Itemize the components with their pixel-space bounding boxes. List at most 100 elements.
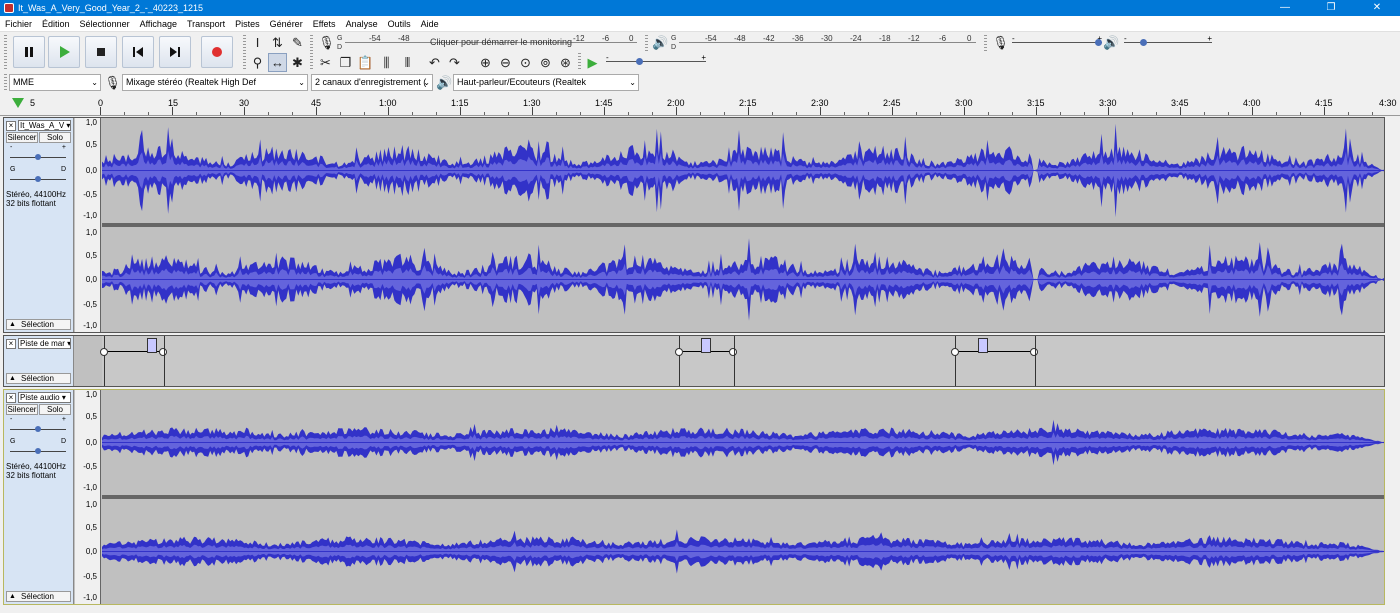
mute-button[interactable]: Silencer: [6, 404, 38, 415]
track-name-menu[interactable]: Piste de mar ▾: [18, 338, 71, 349]
speaker-icon[interactable]: 🔊: [651, 33, 670, 52]
track-control-panel[interactable]: × It_Was_A_V ▾ Silencer Solo - + G D Sté…: [4, 118, 74, 332]
track-control-panel[interactable]: × Piste audio ▾ Silencer Solo - + G D St…: [4, 390, 74, 604]
tools-toolbar-grip[interactable]: [243, 35, 246, 69]
select-track-button[interactable]: Sélection: [6, 319, 71, 330]
recording-device-select[interactable]: Mixage stéréo (Realtek High Def ⌄: [122, 74, 308, 91]
pan-slider[interactable]: G D: [10, 166, 66, 184]
time-shift-tool-icon[interactable]: ↔: [268, 53, 287, 72]
pause-button[interactable]: [13, 36, 45, 68]
pan-slider[interactable]: G D: [10, 438, 66, 456]
paste-icon[interactable]: 📋: [356, 53, 375, 72]
skip-to-start-button[interactable]: [122, 36, 154, 68]
play-button[interactable]: [48, 36, 80, 68]
waveform-left-channel[interactable]: [102, 118, 1384, 223]
mute-button[interactable]: Silencer: [6, 132, 38, 143]
playback-meter[interactable]: G D -54 -48 -42 -36 -30 -24 -18 -12 -6 0: [671, 34, 976, 54]
waveform-left-channel[interactable]: [102, 390, 1384, 495]
menu-effets[interactable]: Effets: [308, 16, 341, 32]
close-button[interactable]: ✕: [1354, 0, 1400, 16]
silence-audio-icon[interactable]: ⫴: [398, 53, 417, 72]
waveform-right-channel[interactable]: [102, 499, 1384, 604]
fit-project-icon[interactable]: ⊚: [536, 53, 555, 72]
solo-button[interactable]: Solo: [39, 132, 71, 143]
redo-icon[interactable]: ↷: [445, 53, 464, 72]
microphone-icon[interactable]: 🎙: [317, 33, 336, 52]
play-at-speed-grip[interactable]: [578, 53, 581, 69]
draw-tool-icon[interactable]: ✎: [288, 33, 307, 52]
playback-meter-grip[interactable]: [645, 35, 648, 51]
copy-icon[interactable]: ❐: [336, 53, 355, 72]
label-text-box[interactable]: [147, 338, 157, 353]
recording-meter[interactable]: G D -54 -48 Cliquer pour démarrer le mon…: [337, 34, 637, 54]
audio-track-2[interactable]: × Piste audio ▾ Silencer Solo - + G D St…: [3, 389, 1385, 605]
menu-edition[interactable]: Édition: [37, 16, 75, 32]
cut-icon[interactable]: ✂: [316, 53, 335, 72]
zoom-in-icon[interactable]: ⊕: [476, 53, 495, 72]
envelope-tool-icon[interactable]: ⇅: [268, 33, 287, 52]
close-track-icon[interactable]: ×: [6, 120, 16, 131]
timeline-ruler[interactable]: 5 0 15 30 45 1:00 1:15 1:30 1:45 2:00 2:…: [0, 95, 1400, 116]
zoom-toggle-icon[interactable]: ⊛: [556, 53, 575, 72]
playback-device-select[interactable]: Haut-parleur/Ecouteurs (Realtek ⌄: [453, 74, 639, 91]
select-track-button[interactable]: Sélection: [6, 591, 71, 602]
slider-knob[interactable]: [35, 176, 41, 182]
slider-knob[interactable]: [1095, 39, 1102, 46]
play-at-speed-icon[interactable]: ▶: [583, 53, 602, 72]
close-track-icon[interactable]: ×: [6, 338, 16, 349]
slider-knob[interactable]: [1140, 39, 1147, 46]
label-text-box[interactable]: [701, 338, 711, 353]
label-handle[interactable]: [1030, 348, 1038, 356]
record-button[interactable]: [201, 36, 233, 68]
audio-track-1[interactable]: × It_Was_A_V ▾ Silencer Solo - + G D Sté…: [3, 117, 1385, 333]
label-text-box[interactable]: [978, 338, 988, 353]
track-control-panel[interactable]: × Piste de mar ▾ Sélection: [4, 336, 74, 386]
label-handle[interactable]: [159, 348, 167, 356]
waveform-right-channel[interactable]: [102, 227, 1384, 332]
minimize-button[interactable]: —: [1262, 0, 1308, 16]
zoom-tool-icon[interactable]: ⚲: [248, 53, 267, 72]
selection-tool-icon[interactable]: I: [248, 33, 267, 52]
fit-selection-icon[interactable]: ⊙: [516, 53, 535, 72]
monitoring-prompt[interactable]: Cliquer pour démarrer le monitoring: [430, 37, 572, 47]
menu-outils[interactable]: Outils: [383, 16, 416, 32]
solo-button[interactable]: Solo: [39, 404, 71, 415]
slider-knob[interactable]: [35, 154, 41, 160]
label-handle[interactable]: [100, 348, 108, 356]
label-track[interactable]: × Piste de mar ▾ Sélection: [3, 335, 1385, 387]
menu-selectionner[interactable]: Sélectionner: [75, 16, 135, 32]
label-area[interactable]: [100, 336, 1384, 386]
skip-to-end-button[interactable]: [159, 36, 191, 68]
label-handle[interactable]: [675, 348, 683, 356]
menu-analyse[interactable]: Analyse: [341, 16, 383, 32]
track-name-menu[interactable]: Piste audio ▾: [18, 392, 71, 403]
trim-audio-icon[interactable]: ⫼: [377, 53, 396, 72]
pin-playhead-icon[interactable]: [12, 98, 24, 108]
edit-toolbar-grip[interactable]: [310, 35, 313, 69]
audio-host-select[interactable]: MME ⌄: [9, 74, 101, 91]
playback-volume-slider[interactable]: - +: [1124, 34, 1212, 50]
menu-generer[interactable]: Générer: [265, 16, 308, 32]
zoom-out-icon[interactable]: ⊖: [496, 53, 515, 72]
transport-toolbar-grip[interactable]: [4, 35, 7, 69]
recording-volume-slider[interactable]: - +: [1012, 34, 1102, 50]
menu-aide[interactable]: Aide: [416, 16, 444, 32]
slider-knob[interactable]: [35, 426, 41, 432]
label-handle[interactable]: [729, 348, 737, 356]
select-track-button[interactable]: Sélection: [6, 373, 71, 384]
playback-speed-slider[interactable]: - +: [606, 53, 706, 69]
menu-affichage[interactable]: Affichage: [135, 16, 182, 32]
menu-fichier[interactable]: Fichier: [0, 16, 37, 32]
maximize-button[interactable]: ❐: [1308, 0, 1354, 16]
label-handle[interactable]: [951, 348, 959, 356]
slider-knob[interactable]: [636, 58, 643, 65]
undo-icon[interactable]: ↶: [425, 53, 444, 72]
recording-channels-select[interactable]: 2 canaux d'enregistrement (⌄: [311, 74, 433, 91]
menu-pistes[interactable]: Pistes: [230, 16, 265, 32]
gain-slider[interactable]: - +: [10, 416, 66, 434]
multi-tool-icon[interactable]: ✱: [288, 53, 307, 72]
slider-knob[interactable]: [35, 448, 41, 454]
close-track-icon[interactable]: ×: [6, 392, 16, 403]
device-toolbar-grip[interactable]: [4, 74, 7, 91]
mixer-toolbar-grip[interactable]: [984, 35, 987, 51]
